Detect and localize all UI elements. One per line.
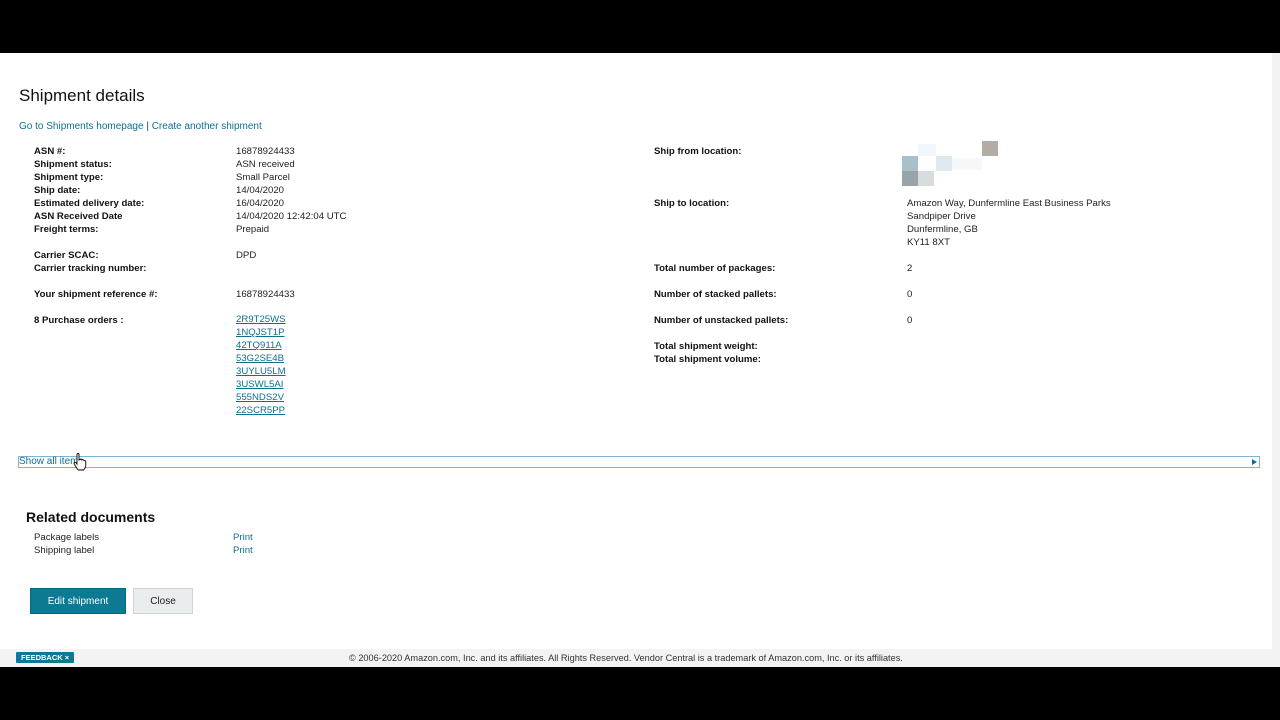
stacked-pallets-label: Number of stacked pallets: <box>654 289 777 300</box>
shipment-details-page: Shipment details Go to Shipments homepag… <box>0 53 1280 667</box>
shipment-status-label: Shipment status: <box>34 159 112 170</box>
ship-to-label: Ship to location: <box>654 198 730 209</box>
total-packages-value: 2 <box>907 263 913 274</box>
estimated-delivery-value: 16/04/2020 <box>236 198 285 209</box>
shipment-status-value: ASN received <box>236 159 295 170</box>
purchase-order-link[interactable]: 3USWL5AI <box>236 379 283 390</box>
hand-cursor-icon <box>73 453 87 471</box>
footer: © 2006-2020 Amazon.com, Inc. and its aff… <box>0 649 1280 667</box>
package-labels-print-link[interactable]: Print <box>233 532 253 543</box>
purchase-order-link[interactable]: 1NQJST1P <box>236 327 285 338</box>
nav-links: Go to Shipments homepage | Create anothe… <box>19 121 262 132</box>
ship-date-value: 14/04/2020 <box>236 185 285 196</box>
close-icon[interactable]: × <box>65 653 69 662</box>
ship-to-address-line: Dunfermline, GB <box>907 224 978 235</box>
freight-terms-label: Freight terms: <box>34 224 99 235</box>
purchase-order-link[interactable]: 2R9T25WS <box>236 314 286 325</box>
shipping-label-print-link[interactable]: Print <box>233 545 253 556</box>
ship-to-address-line: Amazon Way, Dunfermline East Business Pa… <box>907 198 1111 209</box>
shipping-label-label: Shipping label <box>34 545 95 556</box>
feedback-label[interactable]: FEEDBACK <box>21 653 63 662</box>
stacked-pallets-value: 0 <box>907 289 913 300</box>
package-labels-label: Package labels <box>34 532 100 543</box>
carrier-tracking-label: Carrier tracking number: <box>34 263 147 274</box>
unstacked-pallets-value: 0 <box>907 315 913 326</box>
ship-to-address-line: KY11 8XT <box>907 237 951 248</box>
total-weight-label: Total shipment weight: <box>654 341 758 352</box>
carrier-scac-label: Carrier SCAC: <box>34 250 99 261</box>
asn-label: ASN #: <box>34 146 66 157</box>
edit-shipment-button[interactable]: Edit shipment <box>30 588 126 614</box>
shipment-reference-value: 16878924433 <box>236 289 295 300</box>
purchase-order-link[interactable]: 42TQ911A <box>236 340 282 351</box>
show-all-items-bar[interactable]: Show all items <box>18 456 1260 468</box>
nav-separator: | <box>146 121 149 132</box>
shipments-home-link[interactable]: Go to Shipments homepage <box>19 121 144 132</box>
feedback-tab[interactable]: FEEDBACK × <box>16 652 75 663</box>
asn-value: 16878924433 <box>236 146 295 157</box>
estimated-delivery-label: Estimated delivery date: <box>34 198 145 209</box>
ship-date-label: Ship date: <box>34 185 81 196</box>
total-packages-label: Total number of packages: <box>654 263 776 274</box>
shipment-type-label: Shipment type: <box>34 172 104 183</box>
vertical-scrollbar[interactable] <box>1272 53 1280 667</box>
unstacked-pallets-label: Number of unstacked pallets: <box>654 315 789 326</box>
triangle-right-icon[interactable] <box>1252 459 1257 465</box>
freight-terms-value: Prepaid <box>236 224 270 235</box>
shipment-reference-label: Your shipment reference #: <box>34 289 158 300</box>
close-button[interactable]: Close <box>133 588 193 614</box>
purchase-order-link[interactable]: 555NDS2V <box>236 392 284 403</box>
purchase-order-link[interactable]: 22SCR5PP <box>236 405 285 416</box>
redacted-image <box>902 141 1002 189</box>
carrier-scac-value: DPD <box>236 250 257 261</box>
purchase-order-link[interactable]: 53G2SE4B <box>236 353 284 364</box>
ship-to-address-line: Sandpiper Drive <box>907 211 976 222</box>
create-shipment-link[interactable]: Create another shipment <box>152 121 262 132</box>
purchase-orders-label: 8 Purchase orders : <box>34 315 124 326</box>
shipment-type-value: Small Parcel <box>236 172 290 183</box>
ship-from-label: Ship from location: <box>654 146 742 157</box>
asn-received-value: 14/04/2020 12:42:04 UTC <box>236 211 347 222</box>
asn-received-label: ASN Received Date <box>34 211 123 222</box>
page-title: Shipment details <box>19 86 145 105</box>
purchase-order-link[interactable]: 3UYLU5LM <box>236 366 286 377</box>
copyright-text: © 2006-2020 Amazon.com, Inc. and its aff… <box>349 653 903 663</box>
total-volume-label: Total shipment volume: <box>654 354 761 365</box>
related-documents-title: Related documents <box>26 509 156 525</box>
